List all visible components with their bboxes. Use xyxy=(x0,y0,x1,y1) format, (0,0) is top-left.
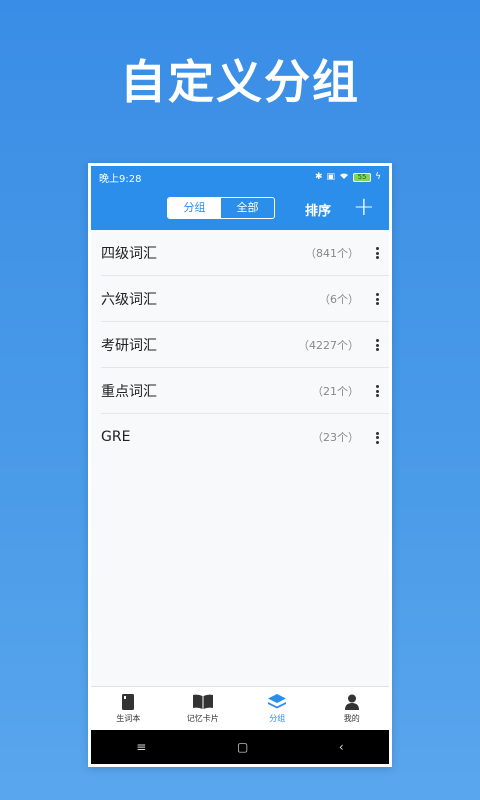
bottom-tab-bar: 生词本 记忆卡片 分组 我的 xyxy=(91,686,389,730)
status-icons: ✱ ▣ 55 ϟ xyxy=(315,172,381,183)
person-icon xyxy=(344,694,359,710)
group-name: 重点词汇 xyxy=(101,383,157,400)
tab-profile[interactable]: 我的 xyxy=(315,687,390,730)
tab-notebook[interactable]: 生词本 xyxy=(91,687,166,730)
app-bar: 分组 全部 排序 + xyxy=(91,188,389,230)
list-item[interactable]: GRE （23个） xyxy=(101,414,389,460)
group-list: 四级词汇 （841个） 六级词汇 （6个） 考研词汇 （4227个） 重点词汇 … xyxy=(91,230,389,686)
more-vertical-icon[interactable] xyxy=(375,384,379,398)
tab-label: 生词本 xyxy=(116,713,141,723)
promo-title: 自定义分组 xyxy=(120,55,360,109)
back-icon[interactable]: ‹ xyxy=(339,740,344,754)
charging-icon: ϟ xyxy=(375,172,381,182)
list-item[interactable]: 重点词汇 （21个） xyxy=(101,368,389,414)
group-name: 四级词汇 xyxy=(101,245,157,262)
more-vertical-icon[interactable] xyxy=(375,246,379,260)
open-book-icon xyxy=(192,694,213,709)
tab-groups[interactable]: 分组 xyxy=(240,687,315,730)
bluetooth-icon: ✱ xyxy=(315,172,323,182)
tab-label: 我的 xyxy=(343,713,360,723)
group-name: GRE xyxy=(101,429,131,445)
list-item[interactable]: 考研词汇 （4227个） xyxy=(101,322,389,368)
add-group-button[interactable]: + xyxy=(353,192,375,222)
list-item[interactable]: 四级词汇 （841个） xyxy=(101,230,389,276)
view-segment: 分组 全部 xyxy=(167,197,275,219)
status-time: 晚上9:28 xyxy=(99,173,142,185)
more-vertical-icon[interactable] xyxy=(375,292,379,306)
tab-label: 记忆卡片 xyxy=(186,713,219,723)
tab-flashcards[interactable]: 记忆卡片 xyxy=(166,687,241,730)
status-bar: 晚上9:28 ✱ ▣ 55 ϟ xyxy=(91,166,389,188)
sort-button[interactable]: 排序 xyxy=(305,200,331,219)
group-name: 六级词汇 xyxy=(101,291,157,308)
battery-icon: 55 xyxy=(353,172,372,182)
list-item[interactable]: 六级词汇 （6个） xyxy=(101,276,389,322)
menu-icon[interactable]: ≡ xyxy=(136,740,146,754)
group-name: 考研词汇 xyxy=(101,337,157,354)
group-count: （6个） xyxy=(319,292,359,306)
phone-screenshot: 晚上9:28 ✱ ▣ 55 ϟ 分组 全部 排序 + 四级词汇 （841个） 六… xyxy=(88,163,392,767)
group-count: （21个） xyxy=(312,384,359,398)
more-vertical-icon[interactable] xyxy=(375,430,379,444)
tab-label: 分组 xyxy=(269,713,286,723)
segment-all[interactable]: 全部 xyxy=(221,198,274,218)
layers-icon xyxy=(268,693,287,708)
sim-icon: ▣ xyxy=(326,172,336,182)
system-nav-bar: ≡ ▢ ‹ xyxy=(91,730,389,764)
wifi-icon xyxy=(339,172,349,183)
more-vertical-icon[interactable] xyxy=(375,338,379,352)
group-count: （841个） xyxy=(305,246,359,260)
notebook-icon xyxy=(122,693,135,710)
segment-groups[interactable]: 分组 xyxy=(168,198,221,218)
home-icon[interactable]: ▢ xyxy=(237,740,248,754)
group-count: （4227个） xyxy=(298,338,359,352)
group-count: （23个） xyxy=(312,431,359,444)
